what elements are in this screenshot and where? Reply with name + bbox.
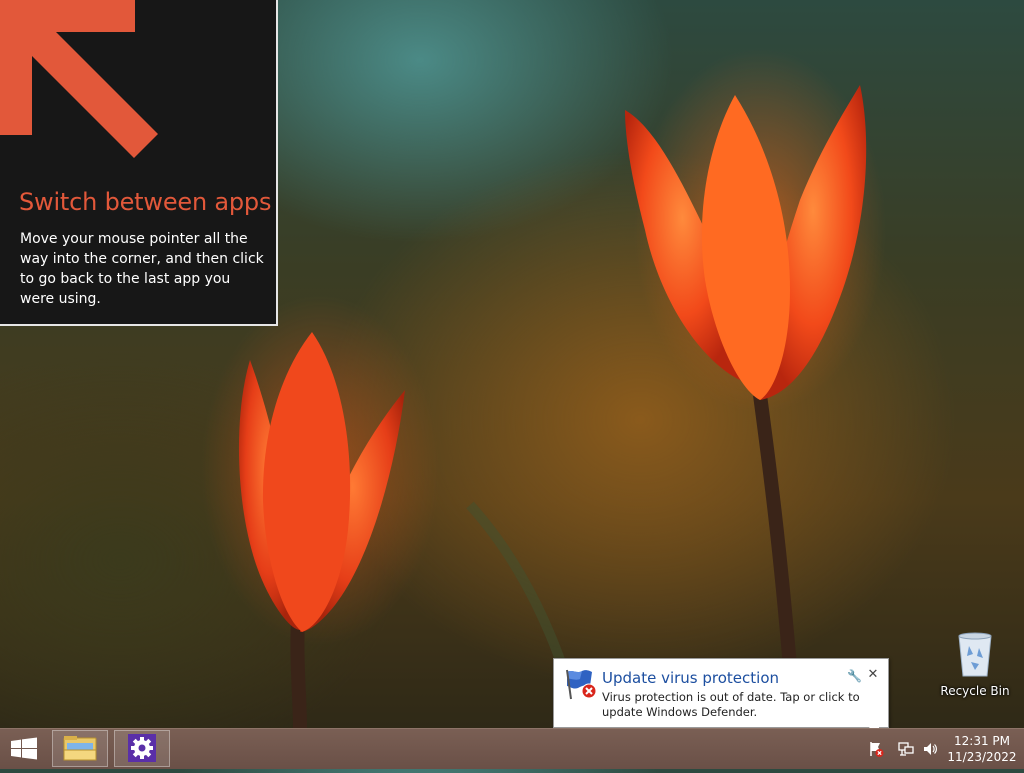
action-center-flag-icon[interactable] xyxy=(868,741,884,757)
hot-corner-tip-panel: Switch between apps Move your mouse poin… xyxy=(0,0,278,326)
clock-time: 12:31 PM xyxy=(954,734,1010,748)
tip-title: Switch between apps xyxy=(19,188,272,216)
clock-date: 11/23/2022 xyxy=(947,750,1017,764)
notification-close-button[interactable]: ✕ xyxy=(866,668,880,682)
taskbar-file-explorer-button[interactable] xyxy=(52,730,108,767)
recycle-bin-label: Recycle Bin xyxy=(940,684,1010,698)
gear-icon xyxy=(128,734,156,762)
taskbar: 12:31 PM 11/23/2022 xyxy=(0,728,1024,769)
windows-defender-warning-icon xyxy=(566,669,597,700)
recycle-bin-icon xyxy=(958,632,992,677)
tip-body: Move your mouse pointer all the way into… xyxy=(20,231,264,307)
notification-text: Virus protection is out of date. Tap or … xyxy=(602,690,860,719)
taskbar-pc-settings-button[interactable] xyxy=(114,730,170,767)
taskbar-clock[interactable]: 12:31 PM 11/23/2022 xyxy=(946,733,1018,765)
folder-icon xyxy=(63,736,97,761)
notification-balloon[interactable]: Update virus protection Virus protection… xyxy=(553,658,889,728)
recycle-bin[interactable]: Recycle Bin xyxy=(940,630,1010,698)
notification-title: Update virus protection xyxy=(602,669,780,687)
start-button[interactable] xyxy=(0,729,48,769)
volume-icon[interactable] xyxy=(922,741,938,757)
notification-options-icon[interactable]: 🔧 xyxy=(847,669,862,683)
windows-logo-icon xyxy=(11,737,37,760)
network-icon[interactable] xyxy=(898,741,914,757)
corner-arrow-icon xyxy=(0,0,158,158)
